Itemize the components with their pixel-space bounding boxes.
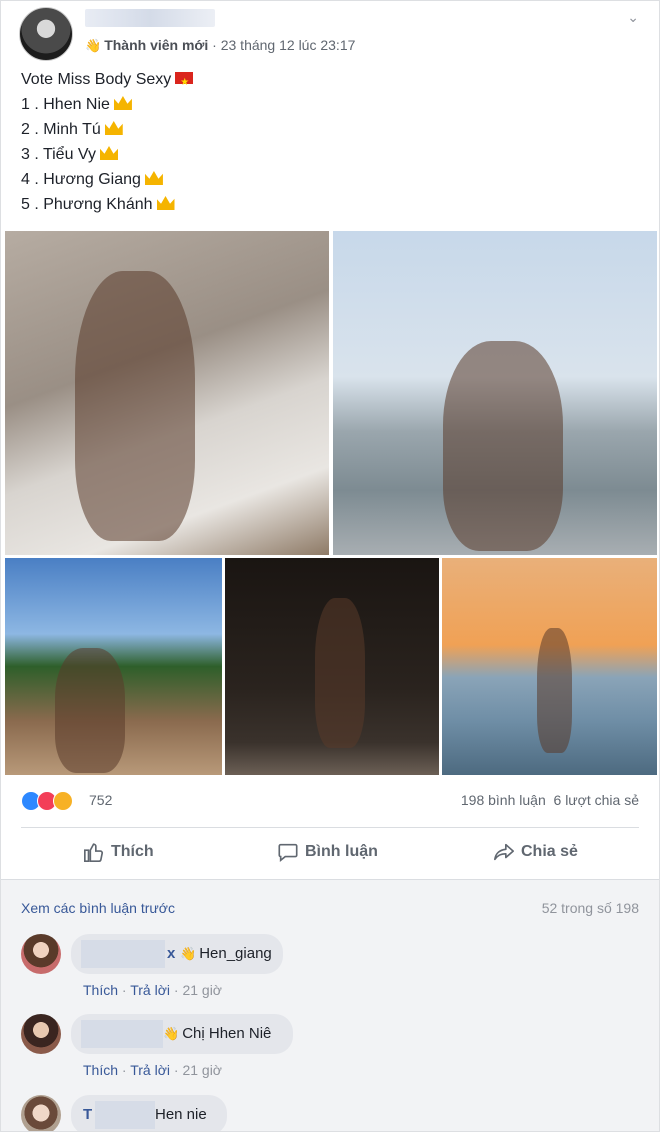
commenter-avatar[interactable] (21, 1095, 61, 1131)
thumbs-up-icon (84, 843, 103, 862)
post-text-line: 3 . Tiểu Vy (21, 142, 193, 167)
comment-time[interactable]: 21 giờ (182, 982, 222, 998)
post-timestamp[interactable]: 23 tháng 12 lúc 23:17 (221, 37, 356, 53)
shares-count-link[interactable]: 6 lượt chia sẻ (554, 792, 639, 808)
comment-actions: Thích · Trả lời · 21 giờ (83, 982, 222, 998)
comment-bubble: T Hen nie (71, 1095, 227, 1131)
comment-icon (278, 843, 298, 862)
wave-icon: 👋 (163, 1026, 180, 1041)
commenter-name-redacted[interactable] (81, 940, 165, 968)
reaction-count: 752 (89, 792, 113, 808)
commenter-name-redacted[interactable] (81, 1020, 163, 1048)
share-icon (494, 843, 514, 861)
like-button[interactable]: Thích (83, 841, 154, 863)
share-button[interactable]: Chia sẻ (493, 841, 578, 863)
author-name-redacted[interactable] (85, 9, 215, 27)
crown-icon (156, 196, 175, 210)
crown-icon (144, 171, 163, 185)
comment-actions: Thích · Trả lời · 21 giờ (83, 1062, 222, 1078)
post-meta: 👋 Thành viên mới · 23 tháng 12 lúc 23:17 (85, 37, 356, 53)
commenter-avatar[interactable] (21, 934, 61, 974)
comment-reply-link[interactable]: Trả lời (130, 982, 170, 998)
post-photo-4[interactable] (225, 558, 439, 775)
wave-icon: 👋 (180, 946, 197, 961)
wow-reaction-icon (53, 791, 73, 811)
comments-count-link[interactable]: 198 bình luận (461, 792, 546, 808)
chevron-down-icon[interactable]: ⌄ (627, 9, 639, 26)
wave-icon: 👋 (85, 38, 102, 53)
comment-bubble: x 👋 Hen_giang (71, 934, 283, 974)
view-previous-comments-link[interactable]: Xem các bình luận trước (21, 900, 175, 916)
crown-icon (104, 121, 123, 135)
post-text-line: 2 . Minh Tú (21, 117, 193, 142)
post-photo-5[interactable] (442, 558, 657, 775)
post-photo-2[interactable] (333, 231, 657, 555)
post-actions: Thích Bình luận Chia sẻ (21, 837, 639, 869)
member-badge: Thành viên mới (104, 37, 209, 53)
post-stats: 752 198 bình luận 6 lượt chia sẻ (21, 791, 639, 813)
crown-icon (100, 146, 118, 160)
post-photo-1[interactable] (5, 231, 329, 555)
comment-like-link[interactable]: Thích (83, 982, 118, 998)
comments-pager-count: 52 trong số 198 (541, 900, 639, 916)
comments-section: Xem các bình luận trước 52 trong số 198 … (1, 879, 659, 1131)
post-text-line: 4 . Hương Giang (21, 167, 193, 192)
post-text: Vote Miss Body Sexy 1 . Hhen Nie 2 . Min… (21, 67, 194, 217)
author-avatar[interactable] (19, 7, 73, 61)
commenter-name-redacted[interactable] (95, 1101, 155, 1129)
comment-button[interactable]: Bình luận (277, 841, 378, 863)
divider (21, 827, 639, 828)
post-text-line: 1 . Hhen Nie (21, 92, 193, 117)
post-header: 👋 Thành viên mới · 23 tháng 12 lúc 23:17 … (19, 7, 645, 63)
post-photo-3[interactable] (5, 558, 222, 775)
comment-reply-link[interactable]: Trả lời (130, 1062, 170, 1078)
comment-like-link[interactable]: Thích (83, 1062, 118, 1078)
comment-time[interactable]: 21 giờ (182, 1062, 222, 1078)
flag-vn-icon (175, 70, 194, 95)
comment-bubble: 👋 Chị Hhen Niê (71, 1014, 293, 1054)
post-text-line: Vote Miss Body Sexy (21, 67, 194, 95)
feed-post: 👋 Thành viên mới · 23 tháng 12 lúc 23:17 … (0, 0, 660, 1132)
crown-icon (113, 96, 132, 110)
post-text-line: 5 . Phương Khánh (21, 192, 193, 217)
engagement-counts: 198 bình luận 6 lượt chia sẻ (461, 792, 639, 808)
commenter-avatar[interactable] (21, 1014, 61, 1054)
